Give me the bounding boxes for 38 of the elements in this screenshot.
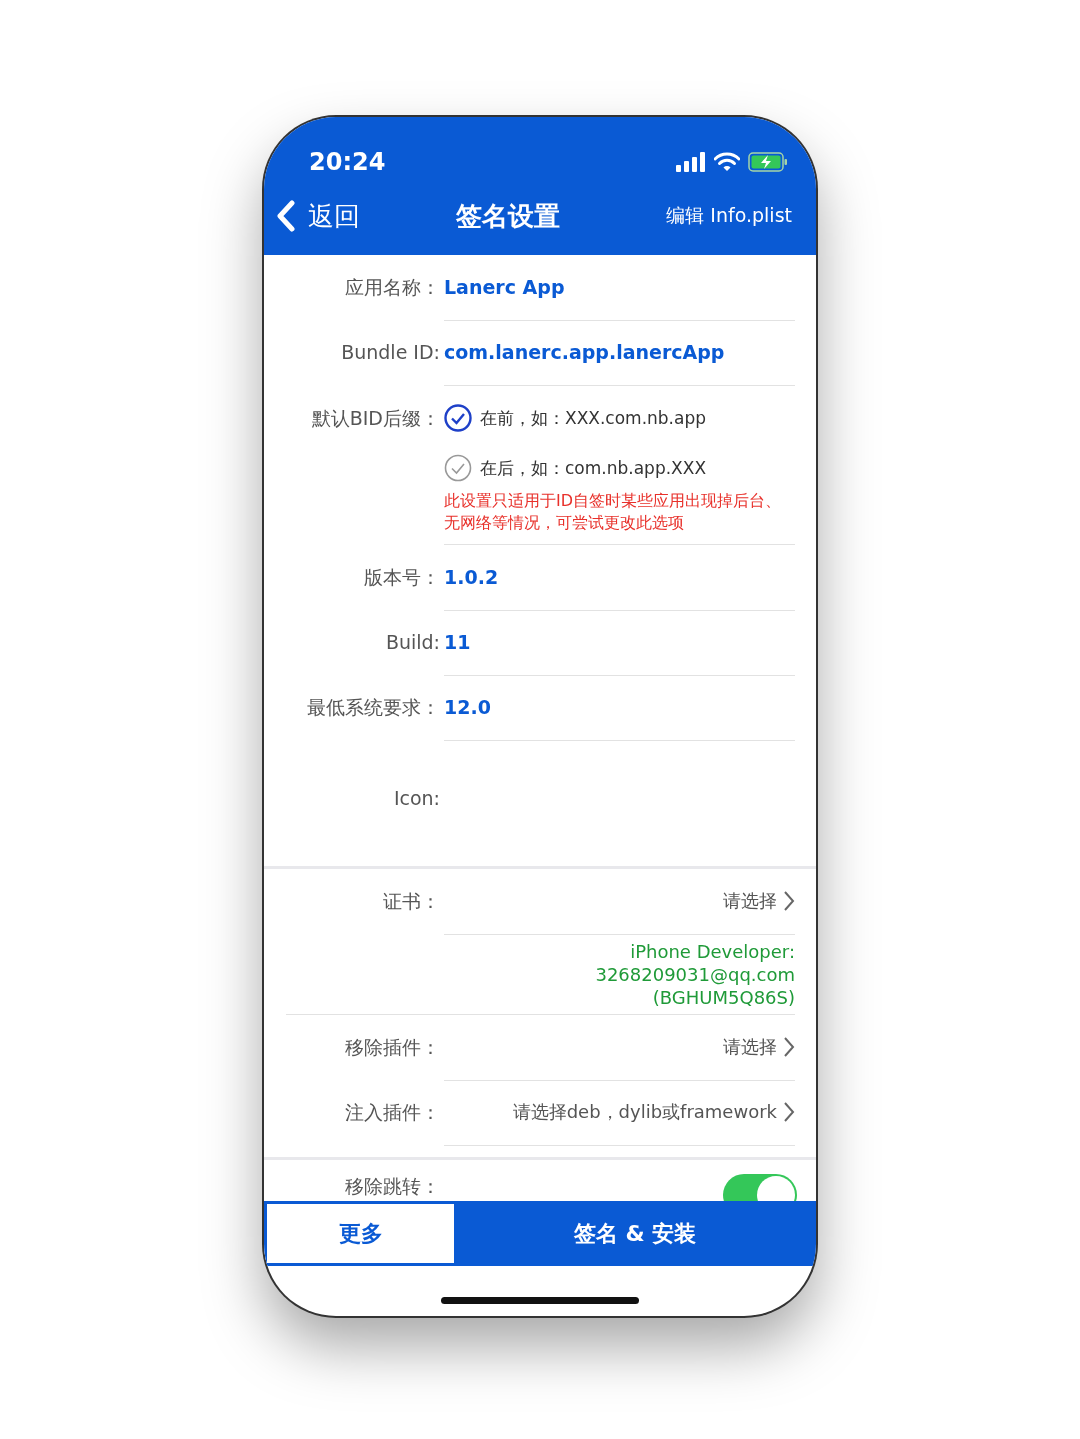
- signal-icon: [676, 152, 706, 172]
- option-label[interactable]: 在前，如：XXX.com.nb.app: [480, 406, 707, 430]
- field-value: com.lanerc.app.lanercApp: [444, 341, 725, 363]
- field-label: Build:: [384, 630, 440, 655]
- field-value: Lanerc App: [444, 276, 565, 298]
- picker-value[interactable]: 请选择deb，dylib或framework: [512, 1100, 777, 1124]
- sign-install-button[interactable]: 签名 & 安装: [454, 1201, 816, 1266]
- field-value: 11: [444, 631, 471, 653]
- chevron-right-icon: [783, 1101, 795, 1123]
- field-label: 移除插件：: [344, 1035, 440, 1060]
- field-label: 注入插件：: [344, 1100, 440, 1125]
- field-label: 默认BID后缀：: [310, 406, 440, 431]
- field-label: 最低系统要求：: [306, 695, 440, 720]
- back-button[interactable]: 返回: [276, 198, 360, 234]
- screen-title: 签名设置: [456, 199, 561, 233]
- picker-value[interactable]: 请选择: [723, 1035, 777, 1059]
- more-button[interactable]: 更多: [264, 1201, 454, 1266]
- field-label: 移除跳转：: [344, 1174, 440, 1199]
- chevron-left-icon: [276, 200, 296, 232]
- edit-link[interactable]: 编辑 Info.plist: [666, 203, 792, 229]
- chevron-right-icon: [783, 890, 795, 912]
- chevron-right-icon: [783, 1036, 795, 1058]
- status-time: 20:24: [309, 148, 386, 176]
- option-label[interactable]: 在后，如：com.nb.app.XXX: [480, 456, 707, 480]
- warning-note: 此设置只适用于ID自签时某些应用出现掉后台、无网络等情况，可尝试更改此选项: [444, 490, 783, 534]
- certificate-name: iPhone Developer: 3268209031@qq.com (BGHUM5Q86S): [595, 939, 795, 1009]
- field-label: Icon:: [392, 786, 440, 811]
- wifi-icon: [714, 152, 740, 172]
- radio-check-icon[interactable]: [444, 404, 472, 432]
- field-value: 12.0: [444, 696, 491, 718]
- field-value: 1.0.2: [444, 566, 499, 588]
- field-label: 版本号：: [363, 565, 440, 590]
- field-label: 证书：: [382, 889, 440, 914]
- field-label: Bundle ID:: [340, 340, 440, 365]
- field-label: 应用名称：: [344, 275, 440, 300]
- battery-charging-icon: [748, 152, 788, 172]
- picker-value[interactable]: 请选择: [723, 889, 777, 913]
- radio-check-icon[interactable]: [444, 454, 472, 482]
